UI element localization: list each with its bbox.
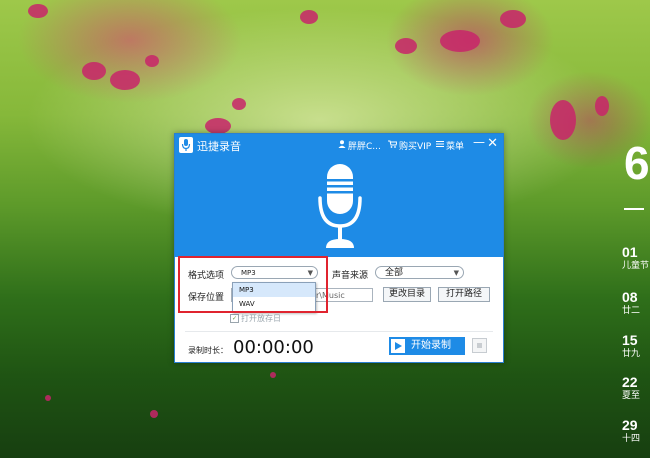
stop-icon (477, 343, 482, 348)
duration-label: 录制时长： (188, 346, 228, 355)
source-select[interactable]: 全部 ▼ (375, 266, 464, 279)
menu-icon (436, 140, 444, 151)
user-account-button[interactable]: 胖胖C... (338, 139, 381, 152)
recording-timer: 00:00:00 (233, 337, 314, 358)
menu-button[interactable]: 菜单 (436, 139, 464, 152)
menu-label: 菜单 (446, 142, 465, 152)
calendar-day: 15 廿九 (622, 332, 641, 359)
format-option-wav[interactable]: WAV (233, 297, 315, 311)
start-recording-button[interactable]: 开始录制 (389, 337, 465, 355)
calendar-day: 22 夏至 (622, 374, 641, 401)
source-label: 声音来源 (332, 271, 369, 281)
play-icon (391, 339, 405, 353)
chevron-down-icon: ▼ (307, 269, 313, 277)
microphone-icon (179, 137, 193, 153)
open-path-button[interactable]: 打开路径 (438, 287, 490, 302)
source-select-value: 全部 (385, 268, 404, 278)
title-bar[interactable]: 迅捷录音 胖胖C... 购买VIP 菜单 — ✕ (175, 134, 503, 156)
check-icon: ✓ (230, 314, 239, 323)
window-title: 迅捷录音 (197, 140, 241, 153)
user-name: 胖胖C... (348, 142, 381, 152)
save-location-label: 保存位置 (188, 293, 225, 303)
calendar-month-digit: 6 (624, 137, 650, 189)
format-label: 格式选项 (188, 271, 225, 281)
minimize-button[interactable]: — (473, 135, 485, 149)
close-button[interactable]: ✕ (487, 136, 498, 151)
desktop-calendar-widget: 6 01 儿童节 08 廿二 15 廿九 22 夏至 29 十四 (620, 0, 650, 458)
calendar-day: 29 十四 (622, 417, 641, 444)
format-select-value: MP3 (241, 269, 256, 277)
hero-banner (175, 156, 503, 257)
format-select[interactable]: MP3 ▼ (231, 266, 318, 279)
buy-vip-label: 购买VIP (399, 142, 432, 152)
open-folder-label: 打开放存日 (241, 314, 281, 323)
calendar-divider (624, 208, 644, 210)
divider (185, 331, 493, 332)
large-microphone-icon (312, 162, 368, 254)
calendar-day: 08 廿二 (622, 289, 641, 316)
recorder-window: 迅捷录音 胖胖C... 购买VIP 菜单 — ✕ 格式选项 MP3 ▼ 声音来源… (174, 133, 504, 363)
buy-vip-button[interactable]: 购买VIP (388, 139, 431, 152)
user-icon (338, 140, 346, 151)
cart-icon (388, 140, 398, 151)
change-directory-button[interactable]: 更改目录 (383, 287, 431, 302)
start-recording-label: 开始录制 (411, 340, 451, 351)
save-path-end: r\Music (316, 291, 345, 300)
chevron-down-icon: ▼ (453, 269, 459, 277)
format-dropdown-list: MP3 WAV (232, 282, 316, 313)
open-folder-checkbox[interactable]: ✓ 打开放存日 (230, 313, 281, 324)
format-option-mp3[interactable]: MP3 (233, 283, 315, 297)
calendar-day: 01 儿童节 (622, 244, 650, 271)
stop-button[interactable] (472, 338, 487, 353)
